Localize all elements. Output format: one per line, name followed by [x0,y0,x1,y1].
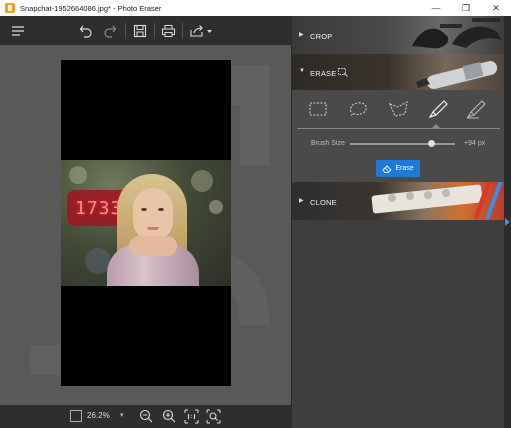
active-tool-indicator [431,124,441,129]
brush-size-value: +94 px [464,140,486,147]
erase-label: ERASE [310,69,337,78]
zoom-frame-icon[interactable] [70,410,82,422]
title-bar: Snapchat-1952664086.jpg* - Photo Eraser … [0,0,511,16]
brush-size-slider[interactable] [350,140,455,147]
crop-section-header[interactable]: ▶ CROP [292,16,505,54]
print-icon[interactable] [158,21,178,41]
save-icon[interactable] [130,21,150,41]
clone-banner-art [371,182,503,220]
minimize-button[interactable]: — [421,0,451,16]
erase-banner-art [416,60,498,90]
toolbar-separator [154,23,155,39]
status-bar: 26.2% ▾ [0,405,291,428]
toolbar [0,16,291,45]
close-button[interactable]: ✕ [481,0,511,16]
zoom-out-icon[interactable] [139,409,154,424]
subject-hands [129,236,177,256]
window-controls: — ❐ ✕ [421,0,511,16]
polygon-lasso-icon[interactable] [386,98,412,120]
rectangle-select-icon[interactable] [305,98,331,120]
clone-label: CLONE [310,198,337,207]
tool-panel: ▶ CROP ▼ ERASE Brush Size +94 px Erase ▶… [291,16,505,428]
clone-section-header[interactable]: ▶ CLONE [292,182,505,220]
crop-banner-art [412,18,502,49]
photo[interactable]: 1733 [61,160,231,286]
eraser-icon [382,164,393,173]
photo-overlay-text: 1733 [75,198,123,219]
brush-icon[interactable] [425,98,451,120]
undo-icon[interactable] [76,21,96,41]
tool-selection-line [297,128,500,129]
lasso-icon[interactable] [345,98,371,120]
erase-options: Brush Size +94 px Erase [292,90,505,182]
app-icon [5,3,15,13]
maximize-button[interactable]: ❐ [451,0,481,16]
zoom-dropdown-caret[interactable]: ▾ [120,411,124,419]
menu-icon[interactable] [8,21,28,41]
canvas-area[interactable]: 1733 [0,45,291,405]
erase-button[interactable]: Erase [376,160,420,177]
brush-size-slider-thumb[interactable] [427,140,435,147]
crop-label: CROP [310,32,333,41]
toolbar-separator [125,23,126,39]
window-title: Snapchat-1952664086.jpg* - Photo Eraser [20,3,162,13]
zoom-value[interactable]: 26.2% [87,411,110,420]
image-document[interactable]: 1733 [61,60,231,386]
actual-size-icon[interactable] [184,409,199,424]
eraser-brush-icon[interactable] [463,98,489,120]
collapse-panel-arrow-icon[interactable] [505,218,510,226]
subject-face [133,188,173,240]
share-icon[interactable] [188,21,214,41]
toolbar-separator [182,23,183,39]
collapsed-arrow-icon: ▶ [299,32,304,38]
redo-icon[interactable] [100,21,120,41]
panel-edge-bar[interactable] [504,16,511,428]
brush-size-label: Brush Size [311,140,345,147]
erase-section-header[interactable]: ▼ ERASE [292,54,505,90]
fit-screen-icon[interactable] [206,409,221,424]
erase-button-label: Erase [395,165,414,172]
erase-mode-icon [338,68,348,77]
zoom-in-icon[interactable] [162,409,177,424]
collapsed-arrow-icon: ▶ [299,198,304,204]
expanded-arrow-icon: ▼ [299,68,305,74]
